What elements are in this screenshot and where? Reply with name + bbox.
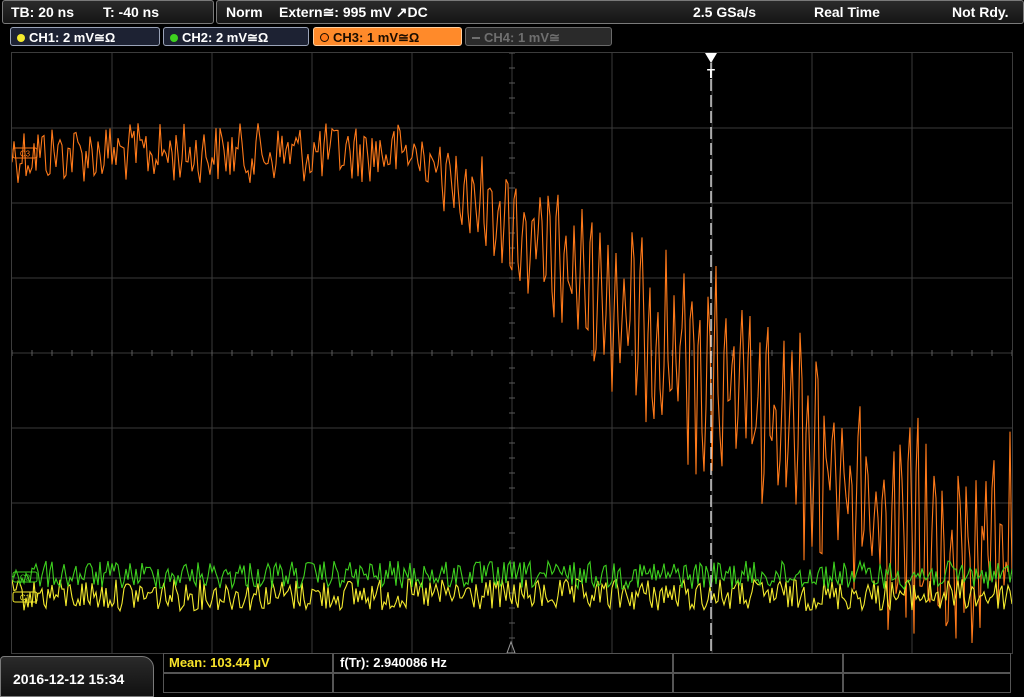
status-bar: TB: 20 ns T: -40 ns Norm Extern≅: 995 mV… <box>0 0 1024 24</box>
trigger-marker-icon[interactable] <box>705 53 717 63</box>
channel-3-offset-label: C3 <box>20 150 31 159</box>
trigger-panel[interactable]: Norm Extern≅: 995 mV ↗DC 2.5 GSa/s Real … <box>216 0 1024 24</box>
acquisition-mode-label: Real Time <box>814 4 880 20</box>
channel-1-tab[interactable]: CH1: 2 mV≅Ω <box>10 27 160 46</box>
trigger-position-label: T: -40 ns <box>103 4 160 20</box>
date-time-label: 2016-12-12 15:34 <box>13 671 125 687</box>
measurement-slot-6[interactable] <box>333 673 673 693</box>
measurement-slot-5[interactable] <box>163 673 333 693</box>
frequency-cell[interactable]: f(Tr): 2.940086 Hz <box>333 653 673 673</box>
channel-1-offset-label: C1 <box>20 594 31 603</box>
measurement-slot-4[interactable] <box>843 653 1011 673</box>
graticule <box>12 53 1012 653</box>
time-reference-icon <box>506 640 516 653</box>
mean-cell[interactable]: Mean: 103.44 µV <box>163 653 333 673</box>
channel-4-tab[interactable]: CH4: 1 mV≅ <box>465 27 612 46</box>
acquisition-state-label: Not Rdy. <box>952 4 1009 20</box>
waveform-display[interactable]: T C3 C2 C1 <box>11 52 1013 654</box>
measurement-slot-8[interactable] <box>843 673 1011 693</box>
trigger-mode-label: Norm <box>226 4 263 20</box>
trigger-source-label: Extern≅: 995 mV ↗DC <box>279 4 428 20</box>
channel-3-dot-icon <box>320 33 329 42</box>
channel-3-tab[interactable]: CH3: 1 mV≅Ω <box>313 27 462 46</box>
channel-2-dot-icon <box>170 34 178 42</box>
channel-1-label: CH1: 2 mV≅Ω <box>29 30 116 45</box>
sample-rate-label: 2.5 GSa/s <box>693 4 757 20</box>
measurement-slot-3[interactable] <box>673 653 843 673</box>
measurement-slot-7[interactable] <box>673 673 843 693</box>
mean-measurement: Mean: 103.44 µV <box>169 655 270 670</box>
channel-3-label: CH3: 1 mV≅Ω <box>333 30 420 45</box>
channel-2-label: CH2: 2 mV≅Ω <box>182 30 269 45</box>
channel-2-tab[interactable]: CH2: 2 mV≅Ω <box>163 27 309 46</box>
timebase-label: TB: 20 ns <box>11 4 75 20</box>
waveform-canvas: T C3 C2 C1 <box>12 53 1012 653</box>
channel-2-offset-label: C2 <box>20 574 31 583</box>
trigger-marker-label: T <box>707 66 715 81</box>
channel-1-dot-icon <box>17 34 25 42</box>
measurement-panel: Mean: 103.44 µV f(Tr): 2.940086 Hz <box>163 653 1011 695</box>
channel-2-offset-marker[interactable]: C2 <box>12 571 38 583</box>
channel-4-off-icon <box>472 37 480 39</box>
channel-4-label: CH4: 1 mV≅ <box>484 30 560 45</box>
timebase-panel[interactable]: TB: 20 ns T: -40 ns <box>2 0 214 24</box>
frequency-measurement: f(Tr): 2.940086 Hz <box>340 655 447 670</box>
date-time-panel[interactable]: 2016-12-12 15:34 <box>0 656 154 697</box>
